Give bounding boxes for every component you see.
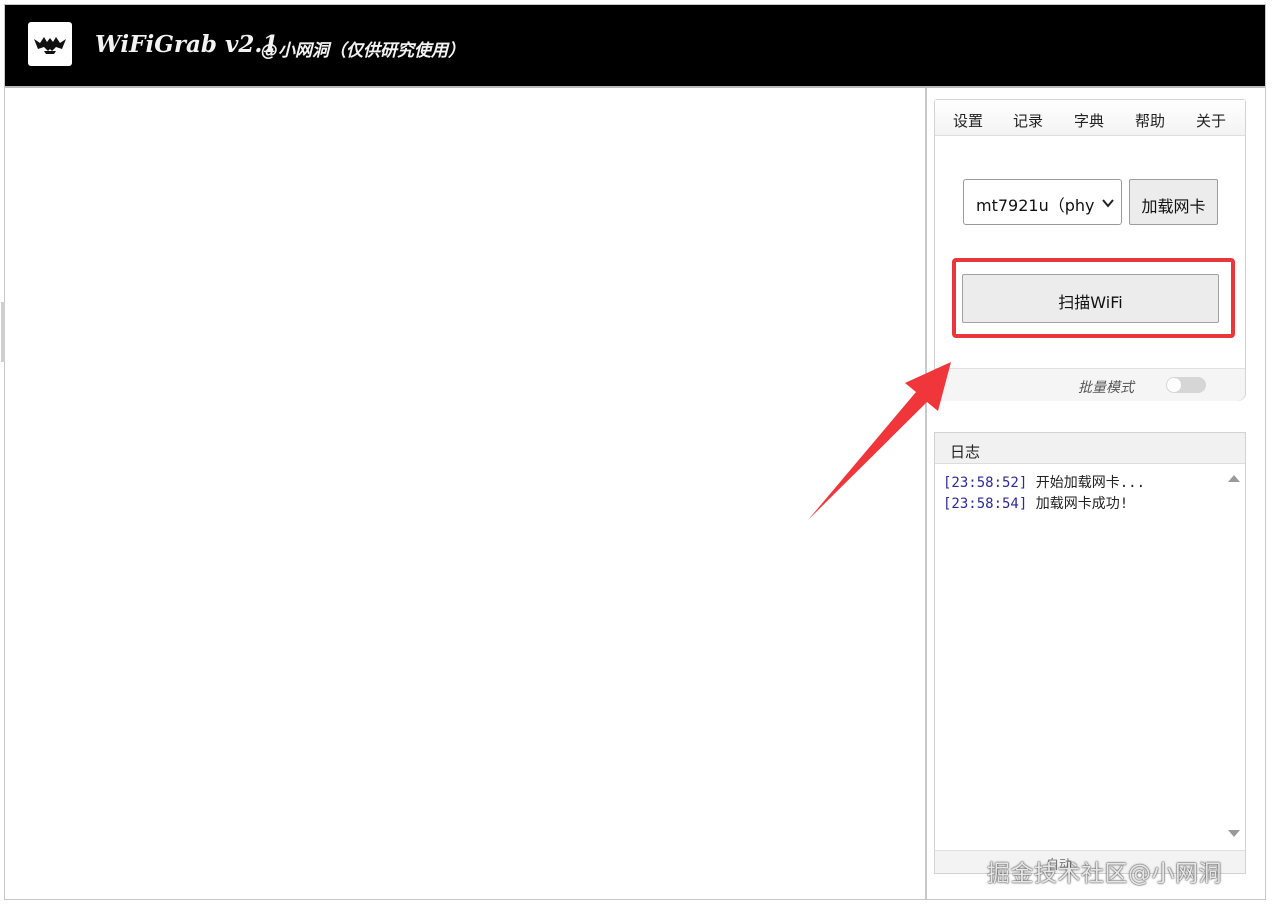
app-subtitle: @小网洞（仅供研究使用） (261, 41, 465, 61)
results-area (5, 88, 925, 899)
log-message: 开始加载网卡... (1035, 475, 1146, 491)
watermark: 掘金技术社区@小网洞 (987, 861, 1222, 887)
menu-item-help[interactable]: 帮助 (1135, 110, 1165, 131)
control-panel: 设置 记录 字典 帮助 关于 mt7921u（phy 加载网卡 扫描WiFi 批… (934, 99, 1246, 401)
menu-item-dictionary[interactable]: 字典 (1074, 110, 1104, 131)
toggle-knob (1167, 378, 1181, 392)
load-adapter-label: 加载网卡 (1141, 197, 1206, 216)
scroll-up-icon[interactable] (1227, 473, 1241, 483)
adapter-select[interactable]: mt7921u（phy (963, 179, 1122, 225)
bat-logo-icon (28, 22, 72, 66)
title-bar: WiFiGrab v2.1 @小网洞（仅供研究使用） (5, 5, 1265, 86)
menu-bar: 设置 记录 字典 帮助 关于 (935, 100, 1245, 136)
scroll-down-icon[interactable] (1227, 829, 1241, 839)
batch-mode-toggle[interactable] (1166, 377, 1206, 393)
menu-item-records[interactable]: 记录 (1013, 110, 1043, 131)
adapter-select-value: mt7921u（phy (976, 196, 1095, 215)
chevron-down-icon (1102, 199, 1114, 208)
log-entry: [23:58:54] 加载网卡成功! (943, 494, 1229, 515)
log-body[interactable]: [23:58:52] 开始加载网卡... [23:58:54] 加载网卡成功! (935, 464, 1229, 850)
load-adapter-button[interactable]: 加载网卡 (1129, 179, 1218, 225)
log-timestamp: [23:58:54] (943, 496, 1028, 512)
log-title: 日志 (950, 443, 981, 461)
menu-item-settings[interactable]: 设置 (953, 110, 983, 131)
log-header: 日志 (935, 433, 1245, 464)
batch-mode-bar: 批量模式 (935, 368, 1245, 401)
menu-item-about[interactable]: 关于 (1196, 110, 1226, 131)
scan-wifi-button[interactable]: 扫描WiFi (962, 274, 1219, 323)
log-entry: [23:58:52] 开始加载网卡... (943, 473, 1229, 494)
log-message: 加载网卡成功! (1035, 496, 1129, 512)
batch-mode-label: 批量模式 (1078, 380, 1134, 396)
log-panel: 日志 [23:58:52] 开始加载网卡... [23:58:54] 加载网卡成… (934, 432, 1246, 874)
app-title: WiFiGrab v2.1 (95, 31, 279, 58)
left-edge-handle[interactable] (1, 302, 5, 362)
log-timestamp: [23:58:52] (943, 475, 1028, 491)
panel-splitter[interactable] (925, 88, 927, 899)
scan-wifi-label: 扫描WiFi (1058, 293, 1123, 312)
